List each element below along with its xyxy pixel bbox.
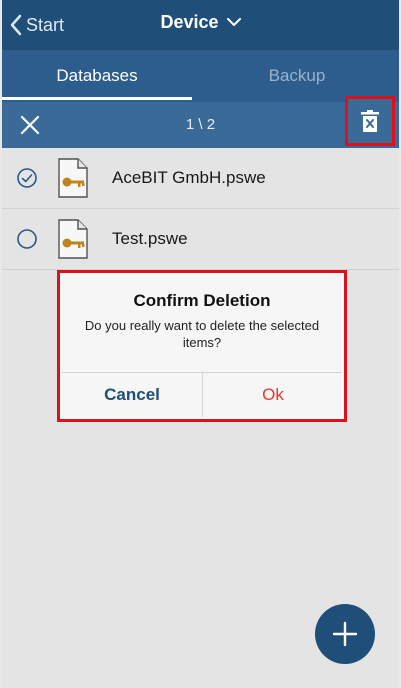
chevron-down-icon [226,18,241,26]
app-frame: Start Device Databases Backup 1 \ 2 AceB… [2,0,399,688]
selection-count: 1 \ 2 [185,116,216,133]
selection-bar: 1 \ 2 [2,102,399,148]
top-bar: Start Device [2,0,399,50]
tab-backup-label: Backup [268,66,326,85]
add-button[interactable] [315,604,375,664]
active-tab-indicator [2,97,192,100]
ok-button[interactable]: Ok [203,373,343,417]
tab-databases-label: Databases [56,66,138,85]
cancel-button[interactable]: Cancel [62,373,202,417]
dialog-title: Confirm Deletion [133,291,271,310]
dialog-message: Do you really want to delete the selecte… [84,318,320,350]
trash-icon [361,110,379,132]
confirm-dialog: Confirm Deletion Do you really want to d… [62,275,342,417]
page-title[interactable]: Device [2,12,399,33]
delete-button[interactable] [345,96,395,146]
tab-databases[interactable]: Databases [2,50,192,102]
page-title-text: Device [160,12,219,32]
tab-bar: Databases Backup [2,50,399,102]
tab-backup[interactable]: Backup [202,50,392,102]
plus-icon [332,621,358,647]
